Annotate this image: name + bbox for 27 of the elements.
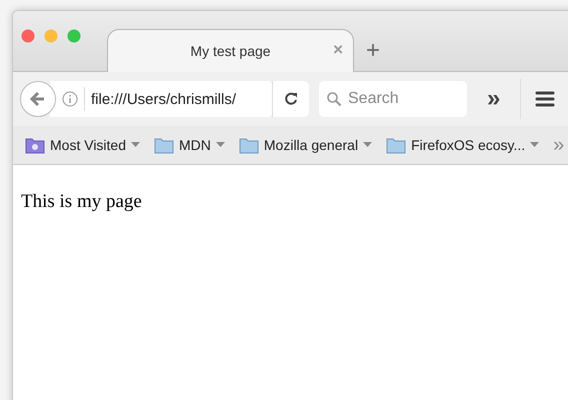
dropdown-caret-icon — [131, 142, 140, 148]
folder-icon — [386, 136, 406, 154]
search-field[interactable]: Search — [319, 81, 467, 117]
info-icon — [62, 91, 78, 107]
back-arrow-icon — [29, 90, 47, 108]
folder-icon — [154, 136, 174, 154]
bookmark-folder[interactable]: FirefoxOS ecosy... — [386, 136, 540, 154]
menu-icon[interactable] — [535, 90, 556, 108]
dropdown-caret-icon — [530, 142, 540, 148]
bookmark-folder[interactable]: MDN — [154, 136, 225, 154]
reload-icon — [283, 91, 299, 107]
bookmark-folder[interactable]: Most Visited — [25, 136, 140, 154]
back-button[interactable] — [20, 81, 56, 117]
maximize-window-icon[interactable] — [67, 29, 81, 43]
bookmark-folder[interactable]: Mozilla general — [238, 136, 372, 154]
close-window-icon[interactable] — [21, 29, 35, 43]
folder-icon — [238, 136, 259, 154]
overflow-button[interactable]: » — [487, 87, 500, 111]
page-text: This is my page — [21, 191, 143, 213]
reload-button[interactable] — [272, 81, 309, 117]
new-tab-button[interactable]: + — [366, 37, 380, 65]
browser-tab[interactable]: My test page × — [107, 29, 354, 72]
tab-title: My test page — [190, 43, 271, 59]
dropdown-caret-icon — [216, 142, 225, 148]
dropdown-caret-icon — [363, 142, 372, 148]
url-field[interactable]: file:///Users/chrismills/ — [50, 81, 272, 117]
search-icon — [326, 91, 342, 107]
